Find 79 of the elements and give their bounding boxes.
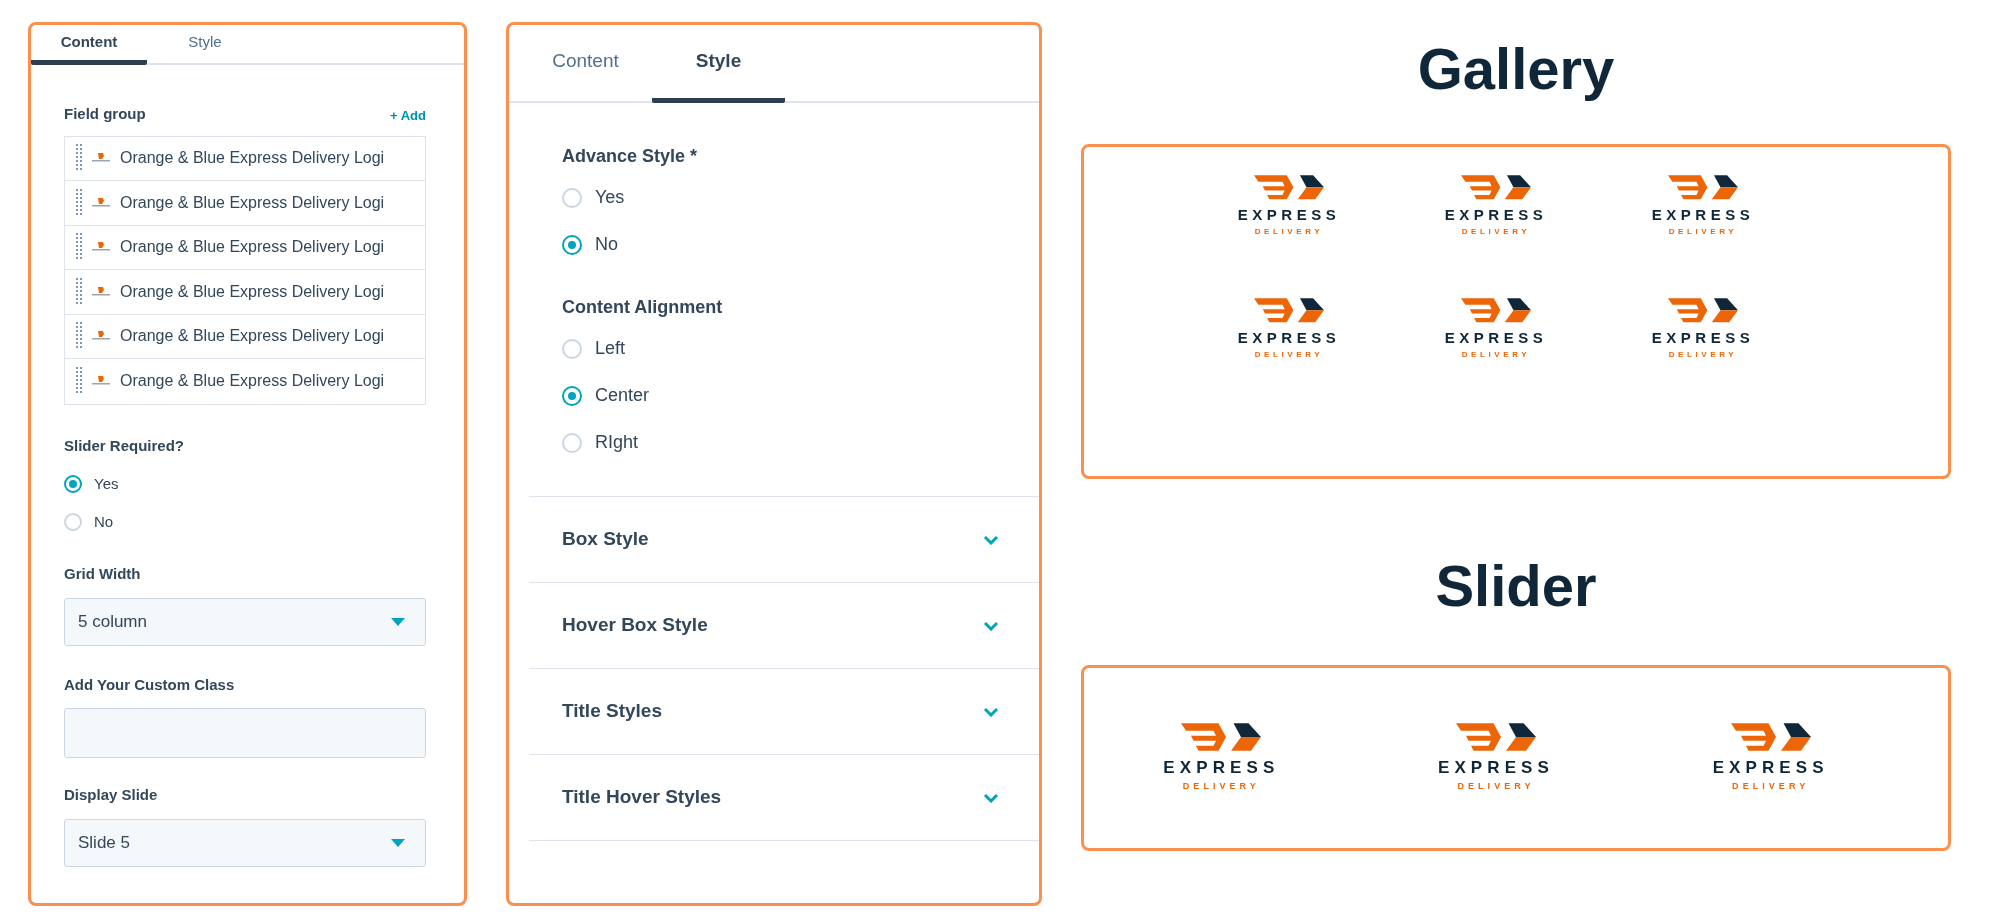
field-label: Field group: [64, 104, 146, 124]
logo-mark-icon: [1456, 722, 1536, 751]
dropdown[interactable]: 5 column: [64, 597, 426, 646]
logo-mark-icon: [1254, 175, 1324, 200]
field-label: Display Slide: [64, 785, 159, 805]
logo-tagline: DELIVERY: [1254, 226, 1324, 238]
logo-tagline: DELIVERY: [1182, 780, 1260, 793]
radio-label: No: [595, 233, 618, 256]
logo-name: EXPRESS: [1237, 204, 1341, 225]
caret-icon: [391, 617, 405, 626]
slider-heading: Slider: [1435, 557, 1597, 615]
chevron-icon: [983, 620, 999, 631]
add-link[interactable]: + Add: [390, 106, 426, 126]
radio-label: Yes: [94, 473, 119, 494]
logo-name: EXPRESS: [1651, 327, 1755, 348]
chevron-icon: [983, 792, 999, 803]
logo-mark-icon: [1181, 722, 1262, 751]
logo-mark-icon: [1730, 722, 1811, 751]
logo-mark-icon: [1461, 298, 1531, 323]
logo-tagline: DELIVERY: [1668, 349, 1738, 361]
tab[interactable]: Style: [147, 25, 263, 65]
logo-thumbnail-icon: [92, 242, 110, 253]
accordion-section[interactable]: Title Hover Styles: [529, 755, 1039, 841]
field-label: Add Your Custom Class: [64, 674, 236, 695]
logo-tagline: DELIVERY: [1254, 349, 1324, 361]
logo-tagline: DELIVERY: [1457, 780, 1535, 793]
accordion-section[interactable]: Title Styles: [529, 669, 1039, 755]
logo-thumbnail-icon: [92, 286, 110, 297]
logo-tagline: DELIVERY: [1461, 349, 1531, 361]
radio-button[interactable]: [64, 513, 82, 531]
radio-button[interactable]: [562, 338, 582, 359]
logo-thumbnail-icon: [92, 331, 110, 342]
logo-name: EXPRESS: [1651, 204, 1755, 225]
tab[interactable]: Content: [31, 25, 147, 65]
radio-button[interactable]: [64, 475, 82, 493]
logo-tagline: DELIVERY: [1668, 226, 1738, 238]
drag-handle-icon[interactable]: [76, 367, 82, 396]
field-label: Content Alignment: [562, 296, 724, 319]
logo-thumbnail-icon: [92, 376, 110, 387]
logo-mark-icon: [1254, 298, 1324, 323]
custom-class-field[interactable]: [64, 708, 426, 758]
logo-name: EXPRESS: [1438, 756, 1554, 779]
radio-button[interactable]: [562, 385, 582, 406]
tab[interactable]: Content: [519, 25, 652, 103]
radio-label: Center: [595, 384, 650, 407]
chevron-icon: [983, 706, 999, 717]
tab[interactable]: Style: [652, 25, 785, 103]
field-label: Grid Width: [64, 564, 142, 584]
logo-tagline: DELIVERY: [1461, 226, 1531, 238]
logo-tagline: DELIVERY: [1732, 780, 1810, 793]
radio-button[interactable]: [562, 187, 582, 208]
drag-handle-icon[interactable]: [76, 144, 82, 173]
drag-handle-icon[interactable]: [76, 277, 82, 306]
logo-name: EXPRESS: [1444, 204, 1548, 225]
radio-label: No: [94, 511, 114, 532]
drag-handle-icon[interactable]: [76, 322, 82, 351]
radio-label: Left: [595, 337, 626, 360]
radio-label: Yes: [595, 186, 625, 209]
dropdown[interactable]: Slide 5: [64, 818, 426, 867]
logo-mark-icon: [1461, 175, 1531, 200]
accordion-section[interactable]: Hover Box Style: [529, 583, 1039, 669]
radio-button[interactable]: [562, 234, 582, 255]
radio-label: RIght: [595, 431, 639, 454]
drag-handle-icon[interactable]: [76, 233, 82, 262]
logo-mark-icon: [1668, 298, 1738, 323]
logo-mark-icon: [1668, 175, 1738, 200]
logo-name: EXPRESS: [1237, 327, 1341, 348]
field-label: Advance Style *: [562, 145, 699, 168]
logo-thumbnail-icon: [92, 153, 110, 164]
accordion-section[interactable]: Box Style: [529, 497, 1039, 583]
chevron-icon: [983, 534, 999, 545]
logo-thumbnail-icon: [92, 197, 110, 208]
field-label: Slider Required?: [64, 435, 186, 456]
logo-name: EXPRESS: [1444, 327, 1548, 348]
radio-button[interactable]: [562, 432, 582, 453]
logo-name: EXPRESS: [1712, 756, 1829, 779]
drag-handle-icon[interactable]: [76, 188, 82, 217]
caret-icon: [391, 838, 405, 847]
logo-name: EXPRESS: [1163, 756, 1280, 779]
